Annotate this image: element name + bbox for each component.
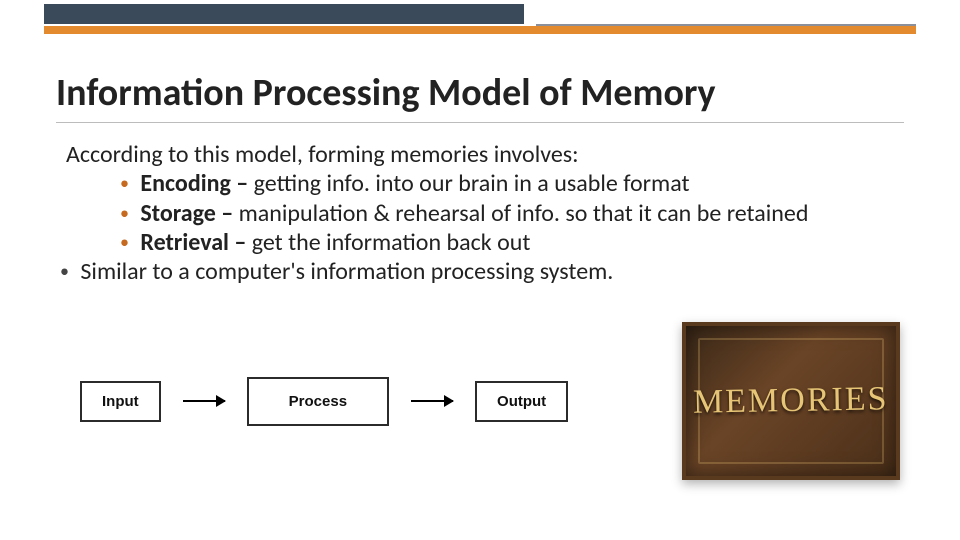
diagram-row: Input Process Output MEMORIES bbox=[80, 322, 900, 480]
header-bar-right bbox=[536, 4, 916, 26]
bullet-similar: • Similar to a computer's information pr… bbox=[60, 257, 900, 286]
bullet-term: Storage bbox=[140, 199, 215, 228]
bullet-storage: • Storage – manipulation & rehearsal of … bbox=[60, 199, 900, 228]
header-bar-dark bbox=[44, 4, 524, 24]
memories-image-text: MEMORIES bbox=[693, 380, 889, 421]
arrow-icon bbox=[411, 400, 453, 402]
bullet-sep: – bbox=[229, 228, 252, 257]
bullet-sep: – bbox=[216, 199, 239, 228]
bullet-desc: getting info. into our brain in a usable… bbox=[254, 169, 690, 198]
bullet-desc: manipulation & rehearsal of info. so tha… bbox=[239, 199, 809, 228]
flow-box-input: Input bbox=[80, 381, 161, 422]
bullet-dot-icon: • bbox=[60, 260, 69, 282]
slide-body: According to this model, forming memorie… bbox=[60, 140, 900, 286]
flow-box-output: Output bbox=[475, 381, 568, 422]
intro-text: According to this model, forming memorie… bbox=[66, 140, 900, 169]
bullet-dot-icon: • bbox=[120, 202, 129, 224]
memories-image: MEMORIES bbox=[682, 322, 900, 480]
header-bar-orange bbox=[44, 26, 916, 34]
slide-title: Information Processing Model of Memory bbox=[56, 70, 904, 123]
bullet-dot-icon: • bbox=[120, 172, 129, 194]
bullet-term: Encoding bbox=[140, 169, 230, 198]
bullet-dot-icon: • bbox=[120, 231, 129, 253]
header-bars bbox=[0, 0, 960, 38]
bullet-term: Retrieval bbox=[140, 228, 229, 257]
bullet-encoding: • Encoding – getting info. into our brai… bbox=[60, 169, 900, 198]
bullet-desc: get the information back out bbox=[252, 228, 531, 257]
arrow-icon bbox=[183, 400, 225, 402]
bullet-desc: Similar to a computer's information proc… bbox=[80, 257, 613, 286]
flow-diagram: Input Process Output bbox=[80, 377, 568, 426]
bullet-retrieval: • Retrieval – get the information back o… bbox=[60, 228, 900, 257]
flow-box-process: Process bbox=[247, 377, 389, 426]
bullet-sep: – bbox=[231, 169, 254, 198]
